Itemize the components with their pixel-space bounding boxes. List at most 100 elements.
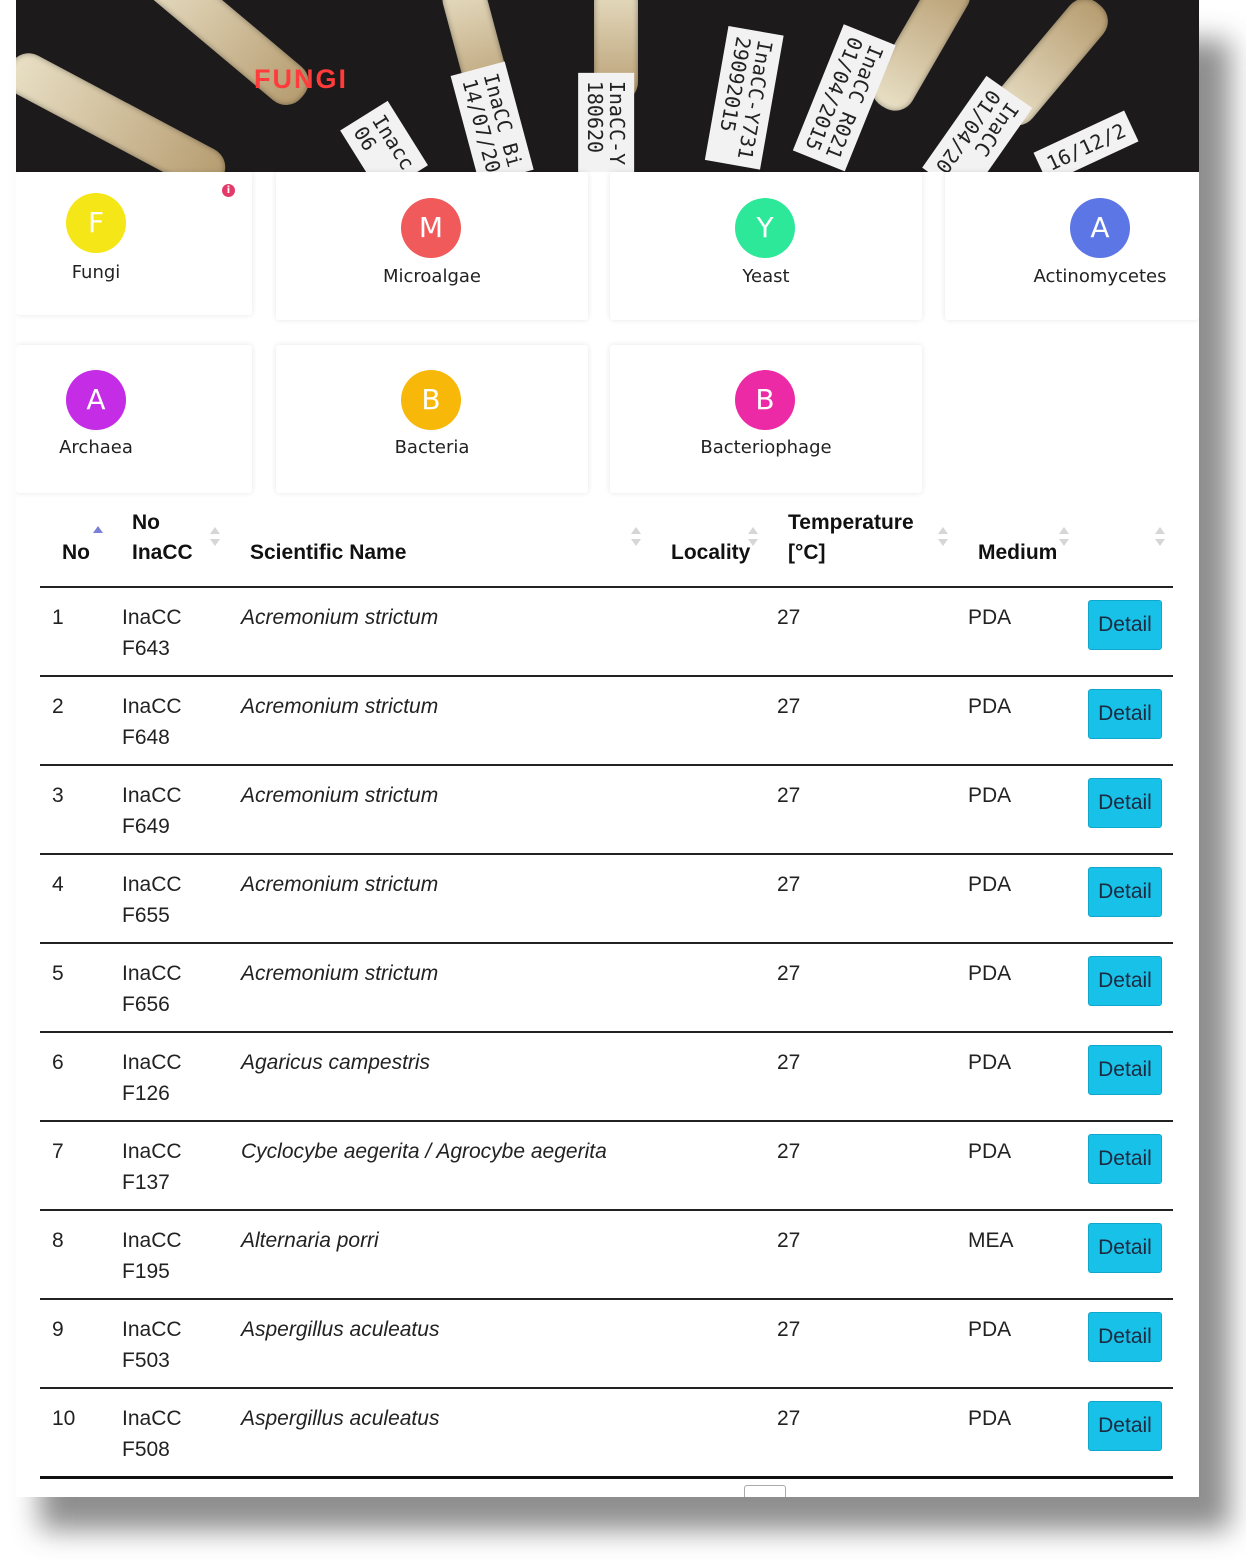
column-header-temperature-line2[interactable]: [°C] (788, 538, 826, 568)
cell-inacc-prefix: InaCC (122, 784, 182, 807)
banner-title: FUNGI (254, 64, 348, 94)
cell-medium: PDA (968, 606, 1012, 629)
cell-temperature: 27 (777, 962, 801, 985)
detail-button[interactable]: Detail (1088, 867, 1162, 917)
tube-label: InaCC Bi 14/07/20 (450, 61, 534, 172)
cell-temperature: 27 (777, 784, 801, 807)
category-label: Yeast (742, 266, 790, 287)
yeast-avatar-icon: Y (735, 198, 795, 258)
column-header-no[interactable]: No (62, 538, 90, 568)
cell-no: 10 (52, 1407, 76, 1430)
cell-temperature: 27 (777, 1140, 801, 1163)
cell-temperature: 27 (777, 1051, 801, 1074)
cell-no: 3 (52, 784, 64, 807)
table-row: 6 InaCC F126 Agaricus campestris 27 PDA … (40, 1033, 1173, 1122)
detail-button[interactable]: Detail (1088, 600, 1162, 650)
cell-no: 9 (52, 1318, 64, 1341)
cell-scientific-name: Agaricus campestris (241, 1051, 431, 1074)
sort-icon[interactable] (1155, 527, 1165, 549)
cell-scientific-name: Acremonium strictum (241, 606, 439, 629)
cell-scientific-name: Acremonium strictum (241, 873, 439, 896)
cell-medium: PDA (968, 962, 1012, 985)
cell-medium: PDA (968, 1051, 1012, 1074)
cell-temperature: 27 (777, 606, 801, 629)
category-card-microalgae[interactable]: M Microalgae (276, 172, 588, 320)
cell-no: 8 (52, 1229, 64, 1252)
cell-inacc-code: F195 (122, 1260, 170, 1283)
sort-icon[interactable] (210, 527, 220, 549)
cell-scientific-name: Aspergillus aculeatus (241, 1318, 440, 1341)
cell-inacc-code: F503 (122, 1349, 170, 1372)
column-header-no-inacc-line1[interactable]: No (132, 508, 160, 538)
sort-icon[interactable] (938, 527, 948, 549)
column-header-no-inacc-line2[interactable]: InaCC (132, 538, 193, 568)
cell-no: 2 (52, 695, 64, 718)
archaea-avatar-icon: A (66, 370, 126, 430)
sort-ascending-icon[interactable] (93, 526, 103, 548)
bacteria-avatar-icon: B (401, 370, 461, 430)
culture-tube (135, 0, 317, 114)
category-card-yeast[interactable]: Y Yeast (610, 172, 922, 320)
column-header-temperature-line1[interactable]: Temperature (788, 508, 914, 538)
category-card-bacteria[interactable]: B Bacteria (276, 345, 588, 493)
column-header-locality[interactable]: Locality (671, 538, 750, 568)
info-icon[interactable]: i (222, 184, 235, 197)
cell-scientific-name: Acremonium strictum (241, 962, 439, 985)
category-label: Archaea (59, 437, 133, 458)
cell-inacc-code: F649 (122, 815, 170, 838)
table-row: 5 InaCC F656 Acremonium strictum 27 PDA … (40, 944, 1173, 1033)
actinomycetes-avatar-icon: A (1070, 198, 1130, 258)
detail-button[interactable]: Detail (1088, 1312, 1162, 1362)
column-header-scientific-name[interactable]: Scientific Name (250, 538, 406, 568)
table-header: No No InaCC Scientific Name Locality Tem… (40, 498, 1173, 588)
table-row: 4 InaCC F655 Acremonium strictum 27 PDA … (40, 855, 1173, 944)
tube-label: 16/12/2 (1033, 110, 1139, 172)
cell-scientific-name: Alternaria porri (241, 1229, 379, 1252)
cell-inacc-code: F655 (122, 904, 170, 927)
cell-inacc-prefix: InaCC (122, 1407, 182, 1430)
cell-inacc-prefix: InaCC (122, 1229, 182, 1252)
sort-icon[interactable] (1059, 527, 1069, 549)
sort-icon[interactable] (748, 527, 758, 549)
category-card-archaea[interactable]: A Archaea (16, 345, 252, 493)
cell-temperature: 27 (777, 873, 801, 896)
table-row: 9 InaCC F503 Aspergillus aculeatus 27 PD… (40, 1300, 1173, 1389)
detail-button[interactable]: Detail (1088, 1401, 1162, 1451)
table-row: 10 InaCC F508 Aspergillus aculeatus 27 P… (40, 1389, 1173, 1479)
cell-scientific-name: Acremonium strictum (241, 695, 439, 718)
category-card-bacteriophage[interactable]: B Bacteriophage (610, 345, 922, 493)
column-header-medium[interactable]: Medium (978, 538, 1057, 568)
pagination-control[interactable] (744, 1485, 786, 1497)
cell-inacc-code: F126 (122, 1082, 170, 1105)
cell-medium: PDA (968, 873, 1012, 896)
table-row: 2 InaCC F648 Acremonium strictum 27 PDA … (40, 677, 1173, 766)
cell-inacc-code: F508 (122, 1438, 170, 1461)
microalgae-avatar-icon: M (401, 198, 461, 258)
cell-temperature: 27 (777, 1407, 801, 1430)
cell-inacc-prefix: InaCC (122, 1140, 182, 1163)
detail-button[interactable]: Detail (1088, 1134, 1162, 1184)
cell-inacc-prefix: InaCC (122, 1051, 182, 1074)
cell-no: 6 (52, 1051, 64, 1074)
detail-button[interactable]: Detail (1088, 1045, 1162, 1095)
category-card-actinomycetes[interactable]: A Actinomycetes (945, 172, 1199, 320)
category-label: Fungi (71, 262, 121, 283)
table-row: 8 InaCC F195 Alternaria porri 27 MEA Det… (40, 1211, 1173, 1300)
detail-button[interactable]: Detail (1088, 1223, 1162, 1273)
detail-button[interactable]: Detail (1088, 778, 1162, 828)
tube-label: InaCC-Y731 29092015 (704, 25, 784, 171)
fungi-avatar-icon: F (66, 193, 126, 253)
table-row: 7 InaCC F137 Cyclocybe aegerita / Agrocy… (40, 1122, 1173, 1211)
cell-inacc-code: F648 (122, 726, 170, 749)
cell-medium: PDA (968, 784, 1012, 807)
sort-icon[interactable] (631, 527, 641, 549)
tube-label: Inacc 06 (340, 100, 429, 172)
fungi-banner-image: Inacc 06 InaCC Bi 14/07/20 InaCC-Y 18062… (16, 0, 1199, 172)
cell-no: 1 (52, 606, 64, 629)
detail-button[interactable]: Detail (1088, 956, 1162, 1006)
cell-scientific-name: Acremonium strictum (241, 784, 439, 807)
detail-button[interactable]: Detail (1088, 689, 1162, 739)
cell-inacc-prefix: InaCC (122, 873, 182, 896)
cell-medium: PDA (968, 1140, 1012, 1163)
category-card-fungi[interactable]: F Fungi i (16, 172, 252, 315)
